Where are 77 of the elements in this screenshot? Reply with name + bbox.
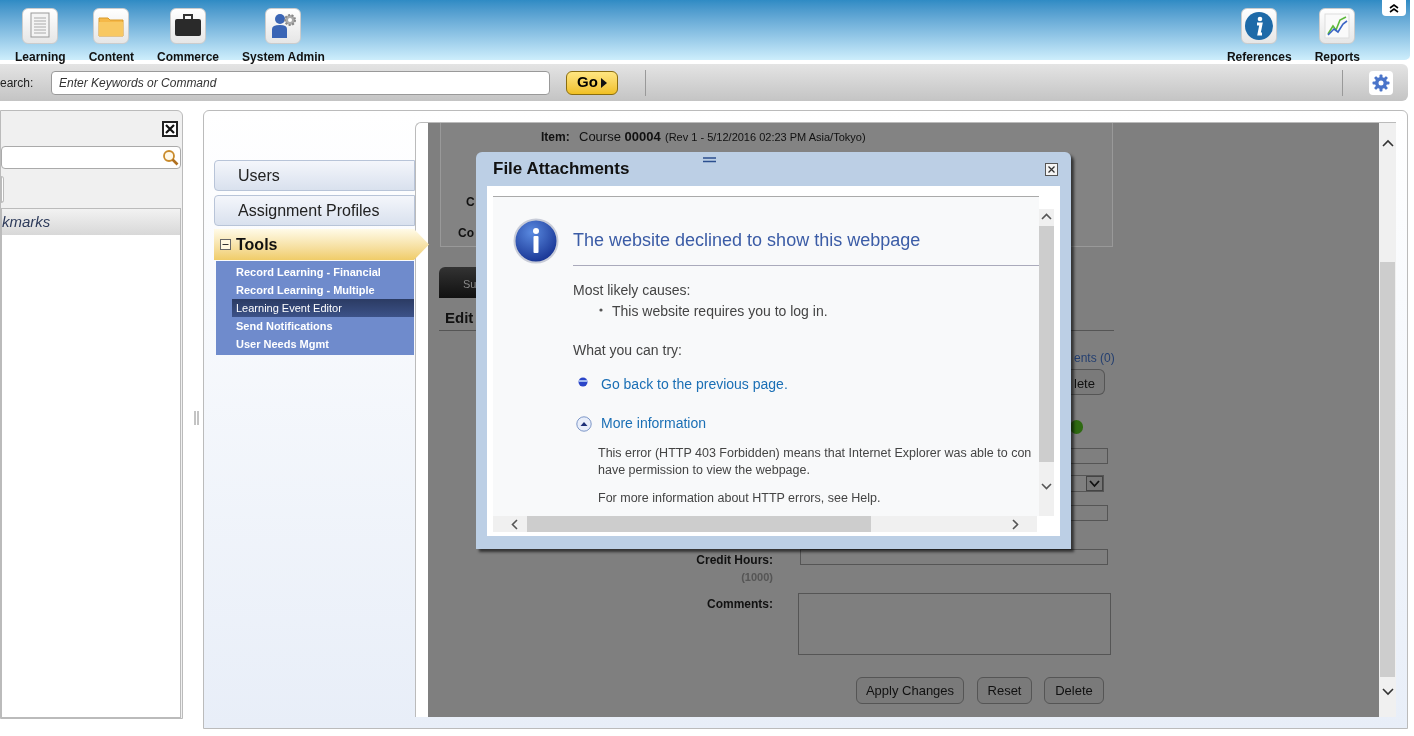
select-field[interactable]: [1070, 475, 1104, 492]
submenu-item[interactable]: Record Learning - Multiple: [216, 281, 414, 299]
nav-tab[interactable]: Users: [214, 160, 415, 191]
bookmarks-header: kmarks: [2, 211, 51, 232]
bullet-icon: [578, 376, 588, 387]
scrollbar-thumb[interactable]: [1039, 226, 1054, 462]
nav-tab[interactable]: Assignment Profiles: [214, 195, 415, 226]
scroll-up-icon[interactable]: [1381, 139, 1394, 147]
partial-button[interactable]: lete: [1071, 369, 1105, 395]
settings-icon: [1372, 73, 1390, 92]
collapse-button[interactable]: [1382, 0, 1406, 16]
splitter-handle-icon[interactable]: [194, 411, 199, 425]
cause-text: This website requires you to log in.: [612, 302, 828, 321]
link[interactable]: More information: [601, 413, 707, 434]
tab[interactable]: Su: [439, 267, 476, 298]
item-value: Course 00004: [579, 128, 661, 146]
form-button[interactable]: Reset: [977, 677, 1032, 704]
nav-tab[interactable]: Tools: [214, 229, 429, 260]
drag-handle-icon[interactable]: [703, 157, 716, 163]
nav-icon-button[interactable]: [170, 8, 206, 44]
details-text: This error (HTTP 403 Forbidden) means that Internet Explorer was able to con: [598, 445, 1033, 462]
nav-label[interactable]: Content: [88, 48, 134, 66]
input-field[interactable]: [800, 549, 1108, 565]
nav-label[interactable]: Commerce: [157, 48, 220, 66]
details-text: have permission to view the webpage.: [598, 462, 811, 479]
item-revision: (Rev 1 - 5/12/2016 02:23 PM Asia/Tokyo): [665, 130, 866, 145]
close-button[interactable]: [1045, 162, 1058, 176]
field-label: Credit Hours:: [695, 552, 773, 569]
collapse-icon[interactable]: [576, 415, 592, 432]
search-field[interactable]: [1, 146, 181, 169]
link[interactable]: Go back to the previous page.: [601, 374, 788, 395]
scrollbar-thumb[interactable]: [1380, 262, 1395, 677]
submenu-item[interactable]: Send Notifications: [216, 317, 414, 335]
causes-label: Most likely causes:: [573, 281, 692, 300]
close-icon: [1048, 165, 1055, 173]
horizontal-scrollbar[interactable]: [493, 516, 1037, 532]
go-button[interactable]: Go: [566, 70, 618, 95]
close-icon: [165, 123, 175, 134]
double-caret-icon: [1389, 3, 1399, 13]
nav-label[interactable]: System Admin: [242, 48, 325, 66]
close-button[interactable]: [162, 120, 178, 137]
section-title: Edit: [445, 308, 474, 328]
scrollbar[interactable]: [1039, 209, 1054, 516]
try-label: What you can try:: [573, 341, 683, 360]
scroll-right-icon[interactable]: [1012, 518, 1019, 530]
nav-label[interactable]: Learning: [15, 48, 66, 66]
submenu-item[interactable]: User Needs Mgmt: [216, 335, 414, 353]
form-button[interactable]: Apply Changes: [856, 677, 964, 704]
bullet-icon: [599, 308, 603, 312]
info-icon: [513, 218, 559, 264]
field-label: Co: [458, 225, 474, 242]
item-label: Item:: [541, 129, 570, 146]
scrollbar[interactable]: [1379, 123, 1396, 717]
nav-label[interactable]: Reports: [1314, 48, 1360, 66]
field-label: C: [466, 194, 475, 211]
dialog-title: File Attachments: [493, 158, 630, 181]
scroll-left-icon[interactable]: [511, 518, 518, 530]
play-icon: [600, 77, 607, 88]
search-field[interactable]: Enter Keywords or Command: [51, 70, 550, 95]
search-icon: [162, 149, 179, 166]
collapse-icon[interactable]: [220, 239, 231, 250]
details-text: For more information about HTTP errors, see Help.: [598, 490, 882, 507]
dialog-heading: The website declined to show this webpage: [573, 218, 1039, 266]
info-icon: [1243, 10, 1276, 42]
search-label: earch:: [0, 74, 35, 92]
submenu-item[interactable]: Record Learning - Financial: [216, 263, 414, 281]
scroll-down-icon[interactable]: [1041, 483, 1052, 490]
dropdown-icon[interactable]: [1086, 476, 1103, 491]
nav-label[interactable]: References: [1226, 48, 1292, 66]
attachments-link[interactable]: ents (0): [1074, 349, 1115, 367]
submenu-item[interactable]: Learning Event Editor: [232, 299, 414, 317]
scrollbar-thumb[interactable]: [527, 516, 871, 532]
field-label: Comments:: [706, 596, 773, 613]
scroll-down-icon[interactable]: [1381, 688, 1394, 696]
form-button[interactable]: Delete: [1044, 677, 1104, 704]
settings-button[interactable]: [1369, 70, 1393, 95]
scroll-up-icon[interactable]: [1041, 213, 1052, 220]
